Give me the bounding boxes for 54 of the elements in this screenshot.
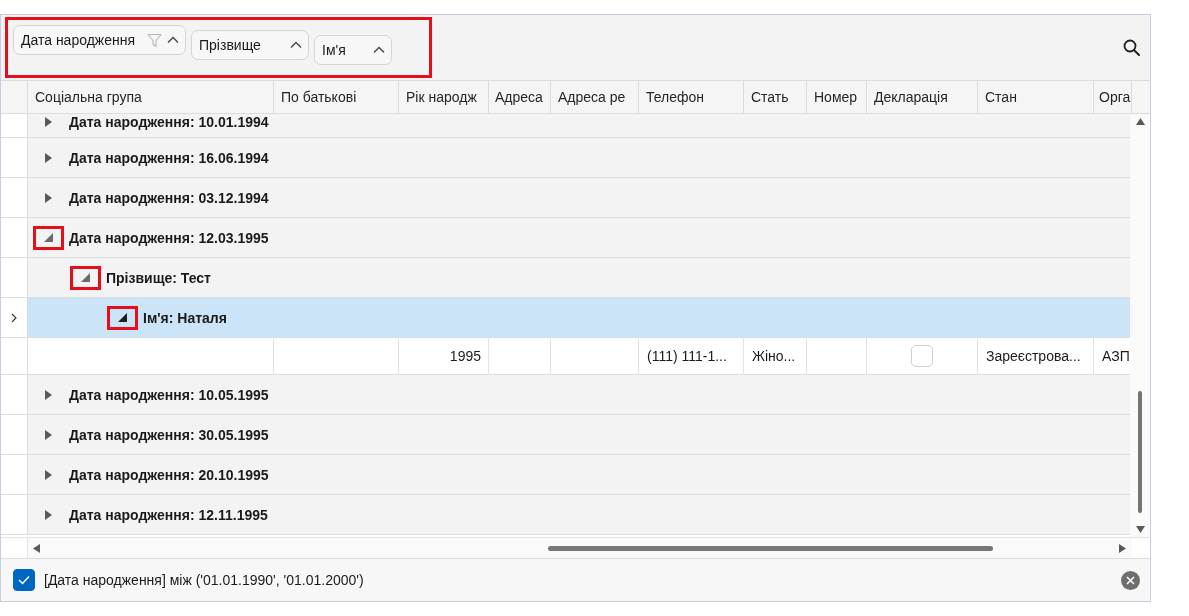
triangle-right-icon[interactable]: [45, 509, 52, 520]
triangle-right-icon[interactable]: [45, 192, 52, 203]
triangle-right-icon[interactable]: [45, 429, 52, 440]
chevron-right-icon: [11, 312, 17, 323]
scroll-right-arrow-icon[interactable]: [1119, 543, 1126, 553]
scrollbar-thumb[interactable]: [1138, 391, 1142, 513]
filter-text: [Дата народження] між ('01.01.1990', '01.01.2000'): [44, 570, 364, 590]
horizontal-scrollbar[interactable]: [28, 538, 1132, 558]
group-label: Дата народження: 30.05.1995: [69, 426, 269, 443]
column-header[interactable]: Рік народж: [399, 81, 489, 113]
caret-up-icon[interactable]: [167, 36, 179, 44]
scroll-down-arrow-icon[interactable]: [1135, 526, 1145, 533]
group-label: Дата народження: 20.10.1995: [69, 466, 269, 483]
table-cell: (111) 111-1...: [639, 338, 744, 374]
triangle-right-icon[interactable]: [45, 469, 52, 480]
group-label: Ім'я: Наталя: [143, 309, 227, 326]
triangle-right-icon[interactable]: [45, 389, 52, 400]
triangle-right-icon[interactable]: [45, 116, 52, 127]
checkbox[interactable]: [13, 569, 35, 591]
group-label: Дата народження: 16.06.1994: [69, 149, 269, 166]
table-cell: 1995: [399, 338, 489, 374]
column-header[interactable]: Декларація: [867, 81, 978, 113]
column-header[interactable]: Номер: [807, 81, 867, 113]
group-label: Дата народження: 12.03.1995: [69, 229, 269, 246]
column-header[interactable]: Адреса: [489, 81, 551, 113]
close-icon[interactable]: [1121, 570, 1140, 590]
triangle-corner-icon[interactable]: [118, 313, 127, 322]
caret-up-icon[interactable]: [290, 41, 302, 49]
column-header[interactable]: По батькові: [274, 81, 399, 113]
scroll-up-arrow-icon[interactable]: [1135, 118, 1145, 125]
table-cell: Жіно...: [744, 338, 807, 374]
column-header[interactable]: Орга: [1094, 81, 1132, 113]
group-chip[interactable]: Ім'я: [314, 35, 392, 65]
column-header[interactable]: Стать: [744, 81, 807, 113]
search-icon[interactable]: [1123, 39, 1140, 56]
group-label: Прізвище: Тест: [106, 269, 211, 286]
column-header[interactable]: Стан: [978, 81, 1094, 113]
triangle-right-icon[interactable]: [45, 152, 52, 163]
scroll-left-arrow-icon[interactable]: [33, 543, 40, 553]
group-label: Дата народження: 10.05.1995: [69, 386, 269, 403]
scrollbar-thumb[interactable]: [548, 545, 993, 551]
group-label: Дата народження: 10.01.1994: [69, 114, 269, 130]
vertical-scrollbar[interactable]: [1130, 114, 1150, 537]
caret-up-icon[interactable]: [373, 46, 385, 54]
group-label: Дата народження: 03.12.1994: [69, 189, 269, 206]
table-cell: Зареєстрова...: [978, 338, 1094, 374]
group-chip[interactable]: Дата народження: [13, 25, 186, 55]
column-header[interactable]: Телефон: [639, 81, 744, 113]
column-header[interactable]: Соціальна група: [28, 81, 274, 113]
group-label: Дата народження: 12.11.1995: [69, 506, 268, 523]
column-header[interactable]: Адреса ре: [551, 81, 639, 113]
group-chip[interactable]: Прізвище: [191, 30, 309, 60]
table-row[interactable]: 1995 (111) 111-1... Жіно... Зареєстрова... АЗП: [1, 338, 1131, 375]
checkmark-icon: [18, 575, 30, 585]
